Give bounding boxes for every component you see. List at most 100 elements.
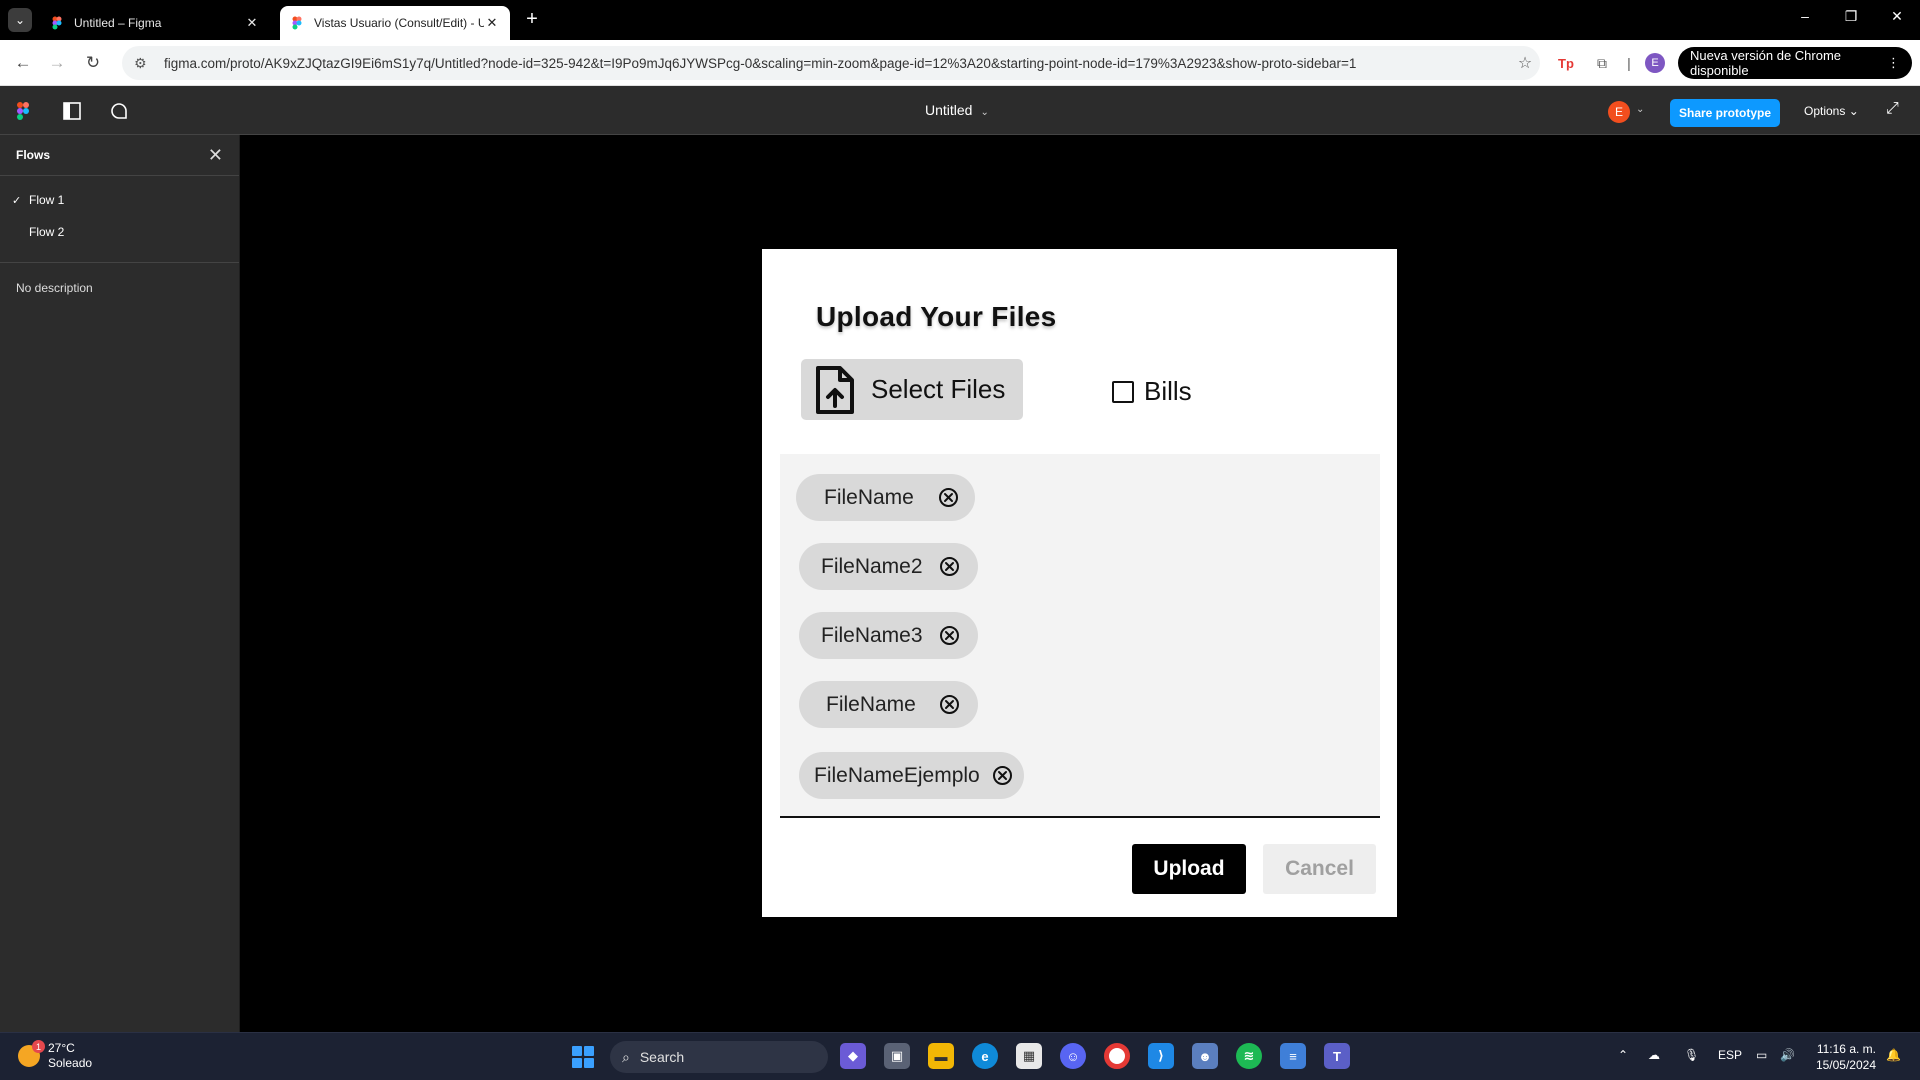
windows-start-icon[interactable]: [572, 1046, 594, 1068]
discord-icon[interactable]: ☺: [1060, 1043, 1086, 1069]
clock-date: 15/05/2024: [1815, 1058, 1876, 1072]
system-clock[interactable]: 11:16 a. m. 15/05/2024: [1812, 1041, 1876, 1073]
toggle-sidebar-icon[interactable]: [61, 100, 83, 122]
show-hidden-icons[interactable]: ⌃: [1618, 1048, 1628, 1062]
tab-untitled-figma[interactable]: Untitled – Figma ✕: [40, 6, 270, 40]
volume-icon[interactable]: 🔊: [1780, 1048, 1795, 1062]
modal-title: Upload Your Files: [816, 301, 1057, 332]
vscode-icon[interactable]: ⟩: [1148, 1043, 1174, 1069]
bookmark-star-icon[interactable]: ☆: [1510, 53, 1540, 73]
file-chip: FileName2: [799, 543, 978, 590]
weather-desc: Soleado: [48, 1056, 93, 1070]
flows-sidebar: Flows ✕ ✓ Flow 1 Flow 2 No description: [0, 135, 240, 1032]
chrome-update-button[interactable]: Nueva versión de Chrome disponible ⋮: [1678, 47, 1912, 79]
close-window-icon[interactable]: ✕: [1882, 8, 1912, 25]
extension-tp-icon[interactable]: Tp: [1555, 52, 1577, 74]
close-tab-icon[interactable]: ✕: [244, 15, 260, 31]
search-icon: ⌕: [622, 1048, 630, 1065]
bills-checkbox[interactable]: Bills: [1112, 376, 1192, 407]
close-tab-icon[interactable]: ✕: [484, 15, 500, 31]
app-icon[interactable]: ☻: [1192, 1043, 1218, 1069]
network-icon[interactable]: ▭: [1756, 1048, 1767, 1062]
browser-toolbar: ← → ↻ ⚙ figma.com/proto/AK9xZJQtazGI9Ei6…: [0, 40, 1920, 86]
restore-icon[interactable]: ❐: [1836, 8, 1866, 25]
task-view-icon[interactable]: ▣: [884, 1043, 910, 1069]
microphone-icon[interactable]: 🎙: [1684, 1048, 1699, 1062]
chrome-icon[interactable]: [1104, 1043, 1130, 1069]
file-name: FileName: [824, 485, 914, 509]
file-name: FileName2: [821, 554, 923, 578]
tab-vistas-usuario[interactable]: Vistas Usuario (Consult/Edit) - U ✕: [280, 6, 510, 40]
figma-favicon-icon: [52, 16, 62, 30]
tab-search-button[interactable]: ⌄: [8, 8, 32, 32]
upload-button[interactable]: Upload: [1132, 844, 1246, 894]
bills-label: Bills: [1144, 376, 1192, 406]
remove-file-icon[interactable]: [992, 765, 1013, 786]
teams-icon[interactable]: T: [1324, 1043, 1350, 1069]
checkmark-icon: ✓: [12, 194, 22, 207]
file-name: FileName: [826, 692, 916, 716]
flow-item-1[interactable]: ✓ Flow 1: [0, 184, 239, 216]
more-vert-icon: ⋮: [1887, 55, 1900, 70]
document-title[interactable]: Untitled ⌄: [925, 102, 989, 118]
tab-title: Untitled – Figma: [74, 16, 162, 30]
extensions-puzzle-icon[interactable]: ⧉: [1591, 52, 1613, 74]
notifications-bell-icon[interactable]: 🔔: [1886, 1048, 1901, 1062]
document-title-text: Untitled: [925, 102, 973, 118]
file-chip: FileName3: [799, 612, 978, 659]
share-prototype-button[interactable]: Share prototype: [1670, 99, 1780, 127]
notification-badge: 1: [32, 1040, 45, 1053]
options-label: Options: [1804, 104, 1846, 118]
taskbar-search[interactable]: ⌕ Search: [610, 1041, 828, 1073]
file-chip: FileName: [799, 681, 978, 728]
copilot-app-icon[interactable]: ◆: [840, 1043, 866, 1069]
flow-label: Flow 1: [29, 193, 65, 207]
notepad-icon[interactable]: ≡: [1280, 1043, 1306, 1069]
remove-file-icon[interactable]: [939, 556, 960, 577]
chevron-down-icon[interactable]: ⌄: [1636, 104, 1644, 115]
spotify-icon[interactable]: ≋: [1236, 1043, 1262, 1069]
checkbox-box[interactable]: [1112, 380, 1134, 403]
figma-favicon-icon: [292, 16, 302, 30]
language-indicator[interactable]: ESP: [1718, 1048, 1742, 1062]
cancel-button[interactable]: Cancel: [1263, 844, 1376, 894]
chevron-down-icon: ⌄: [980, 107, 989, 118]
reload-icon[interactable]: ↻: [80, 50, 106, 76]
file-chip: FileNameEjemplo: [799, 752, 1024, 799]
tab-title: Vistas Usuario (Consult/Edit) - U: [314, 16, 484, 30]
select-files-label: Select Files: [871, 374, 1006, 404]
file-name: FileNameEjemplo: [814, 763, 980, 787]
onedrive-icon[interactable]: ☁: [1648, 1048, 1660, 1062]
url-text: figma.com/proto/AK9xZJQtazGI9Ei6mS1y7q/U…: [164, 55, 1357, 71]
new-tab-button[interactable]: +: [520, 8, 544, 31]
comment-icon[interactable]: [108, 100, 130, 122]
clock-time: 11:16 a. m.: [1816, 1042, 1876, 1056]
address-bar[interactable]: ⚙ figma.com/proto/AK9xZJQtazGI9Ei6mS1y7q…: [122, 46, 1540, 80]
file-explorer-icon[interactable]: ▬: [928, 1043, 954, 1069]
user-avatar[interactable]: E: [1608, 101, 1630, 123]
weather-widget[interactable]: 1 27°C Soleado: [18, 1040, 93, 1071]
flow-description: No description: [16, 281, 93, 295]
remove-file-icon[interactable]: [938, 487, 959, 508]
minimize-icon[interactable]: –: [1790, 8, 1820, 24]
figma-logo-icon[interactable]: [12, 100, 34, 122]
select-files-button[interactable]: Select Files: [801, 359, 1023, 420]
remove-file-icon[interactable]: [939, 625, 960, 646]
close-sidebar-icon[interactable]: ✕: [208, 145, 223, 166]
options-menu[interactable]: Options ⌄: [1804, 104, 1859, 118]
file-list: FileName FileName2 FileName3 FileName Fi…: [780, 454, 1380, 818]
sun-icon: 1: [18, 1040, 45, 1067]
edge-browser-icon[interactable]: e: [972, 1043, 998, 1069]
back-icon[interactable]: ←: [10, 50, 36, 76]
flow-item-2[interactable]: Flow 2: [0, 216, 239, 248]
forward-icon[interactable]: →: [44, 50, 70, 76]
microsoft-store-icon[interactable]: ▦: [1016, 1043, 1042, 1069]
site-info-icon[interactable]: ⚙: [134, 55, 152, 72]
profile-avatar[interactable]: E: [1645, 53, 1665, 73]
remove-file-icon[interactable]: [939, 694, 960, 715]
sidebar-header: Flows ✕: [0, 135, 239, 176]
fullscreen-icon[interactable]: ⤢: [1886, 100, 1899, 118]
windows-taskbar: 1 27°C Soleado ⌕ Search ◆ ▣ ▬ e ▦ ☺ ⟩ ☻ …: [0, 1032, 1920, 1080]
file-upload-icon: [816, 365, 854, 414]
search-label: Search: [639, 1049, 685, 1065]
